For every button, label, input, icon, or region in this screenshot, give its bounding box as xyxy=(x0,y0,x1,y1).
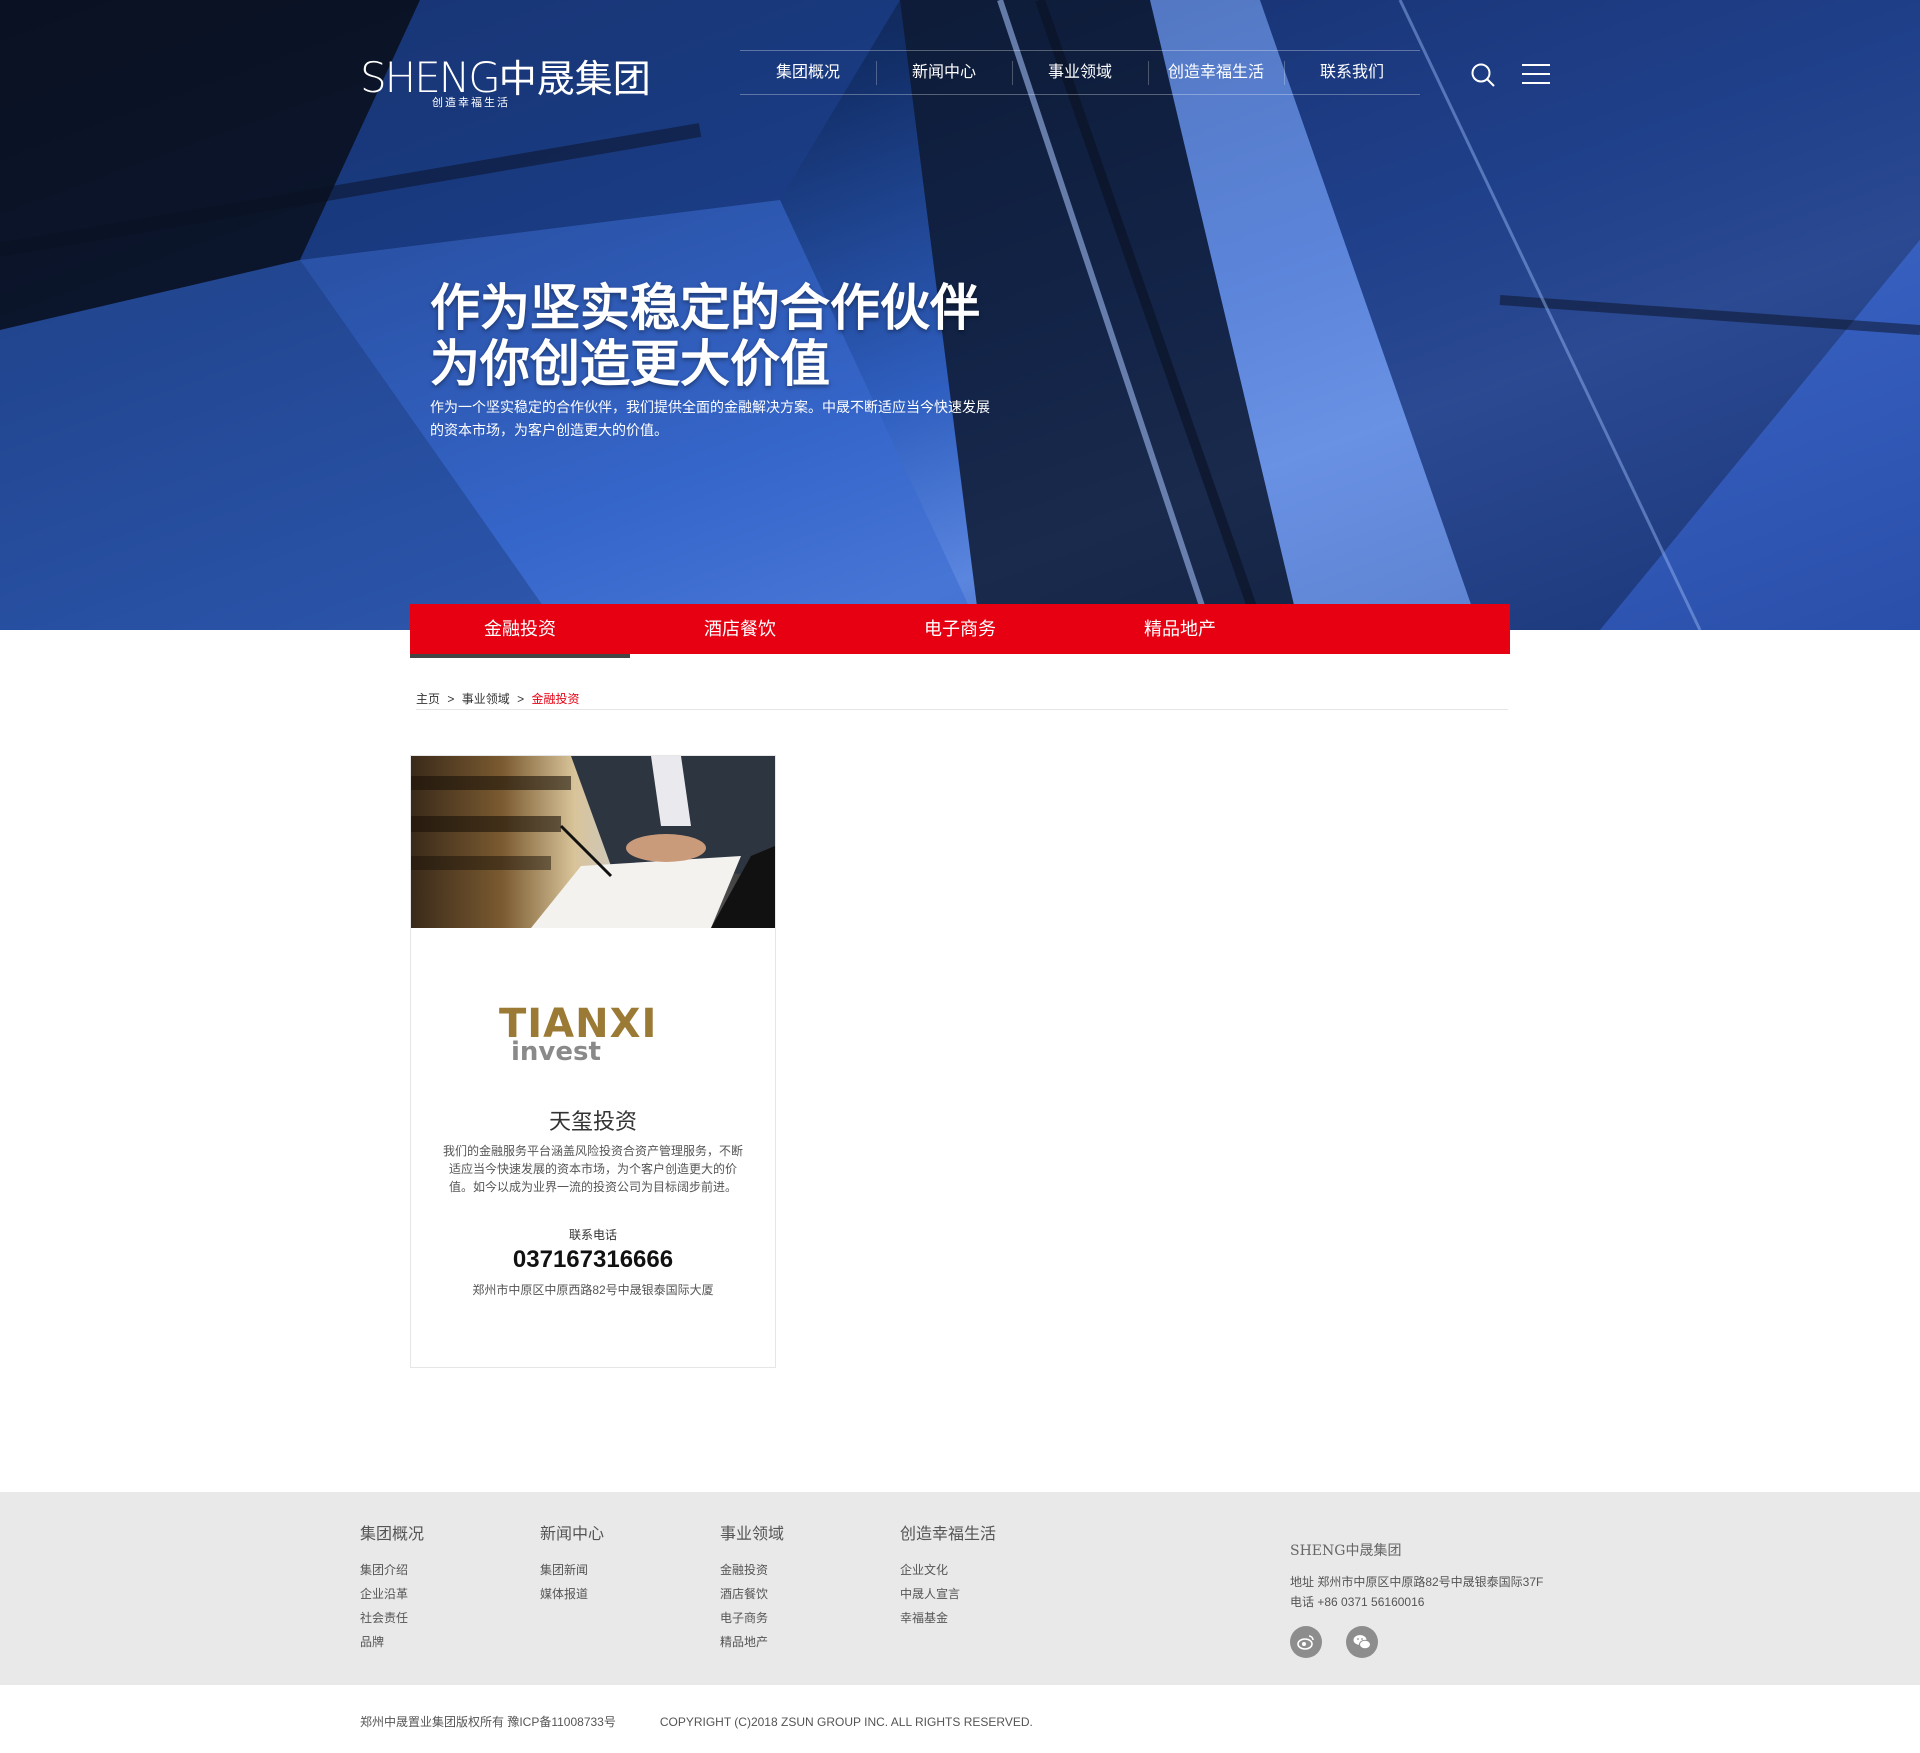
menu-icon[interactable] xyxy=(1522,64,1550,86)
tab-hotel-dining[interactable]: 酒店餐饮 xyxy=(630,604,850,654)
footer-link[interactable]: 精品地产 xyxy=(720,1630,784,1654)
nav-item-business[interactable]: 事业领域 xyxy=(1012,51,1148,94)
footer-link[interactable]: 金融投资 xyxy=(720,1558,784,1582)
footer-column-about: 集团概况 集团介绍 企业沿革 社会责任 品牌 xyxy=(360,1520,424,1654)
footer-contact-info: SHENG中晟集团 地址 郑州市中原区中原路82号中晟银泰国际37F 电话 +8… xyxy=(1290,1540,1543,1612)
card-photo xyxy=(411,756,775,928)
footer-link[interactable]: 集团介绍 xyxy=(360,1558,424,1582)
footer-link[interactable]: 媒体报道 xyxy=(540,1582,604,1606)
hero-banner: SHENG中晟集团 创造幸福生活 集团概况 新闻中心 事业领域 创造幸福生活 联… xyxy=(0,0,1920,630)
footer-link[interactable]: 集团新闻 xyxy=(540,1558,604,1582)
copyright-cn[interactable]: 郑州中晟置业集团版权所有 豫ICP备11008733号 xyxy=(360,1715,616,1729)
logo-chinese: 中晟集团 xyxy=(498,57,651,101)
copyright-en: COPYRIGHT (C)2018 ZSUN GROUP INC. ALL RI… xyxy=(659,1715,1033,1729)
hero-title-line2: 为你创造更大价值 xyxy=(430,336,830,392)
hero-title: 作为坚实稳定的合作伙伴 为你创造更大价值 xyxy=(430,280,1050,392)
breadcrumb-separator: > xyxy=(517,692,525,706)
phone-label: 联系电话 xyxy=(568,1228,617,1242)
breadcrumb-current: 金融投资 xyxy=(531,692,580,706)
footer-phone: 电话 +86 0371 56160016 xyxy=(1290,1595,1425,1609)
footer-link[interactable]: 社会责任 xyxy=(360,1606,424,1630)
footer-link[interactable]: 企业文化 xyxy=(900,1558,996,1582)
footer: 集团概况 集团介绍 企业沿革 社会责任 品牌 新闻中心 集团新闻 媒体报道 事业… xyxy=(0,1492,1920,1685)
footer-link[interactable]: 电子商务 xyxy=(720,1606,784,1630)
nav-item-contact[interactable]: 联系我们 xyxy=(1284,51,1420,94)
footer-logo: SHENG中晟集团 xyxy=(1290,1543,1402,1559)
site-logo[interactable]: SHENG中晟集团 创造幸福生活 xyxy=(360,48,651,109)
breadcrumb: 主页 > 事业领域 > 金融投资 xyxy=(416,690,1508,710)
company-card[interactable]: TIANXI invest 天玺投资 我们的金融服务平台涵盖风险投资合资产管理服… xyxy=(410,755,776,1368)
hero-description: 作为一个坚实稳定的合作伙伴，我们提供全面的金融解决方案。中晟不断适应当今快速发展… xyxy=(430,399,990,438)
copyright-bar: 郑州中晟置业集团版权所有 豫ICP备11008733号 COPYRIGHT (C)… xyxy=(360,1713,1033,1730)
company-address: 郑州市中原区中原西路82号中晟银泰国际大厦 xyxy=(472,1283,714,1297)
footer-column-happy-life: 创造幸福生活 企业文化 中晟人宣言 幸福基金 xyxy=(900,1520,996,1630)
main-nav: 集团概况 新闻中心 事业领域 创造幸福生活 联系我们 xyxy=(740,50,1420,95)
footer-column-news: 新闻中心 集团新闻 媒体报道 xyxy=(540,1520,604,1606)
phone-number: 037167316666 xyxy=(512,1246,674,1273)
company-description: 我们的金融服务平台涵盖风险投资合资产管理服务，不断适应当今快速发展的资本市场，为… xyxy=(442,1144,743,1194)
tianxi-invest-logo: TIANXI invest xyxy=(499,1001,658,1067)
footer-link[interactable]: 酒店餐饮 xyxy=(720,1582,784,1606)
breadcrumb-section[interactable]: 事业领域 xyxy=(462,692,510,706)
tab-finance-investment[interactable]: 金融投资 xyxy=(410,604,630,658)
nav-item-about[interactable]: 集团概况 xyxy=(740,51,876,94)
hero-title-line1: 作为坚实稳定的合作伙伴 xyxy=(430,280,980,336)
logo-slogan: 创造幸福生活 xyxy=(432,96,510,109)
footer-heading[interactable]: 事业领域 xyxy=(720,1520,784,1544)
footer-heading[interactable]: 新闻中心 xyxy=(540,1520,604,1544)
footer-link[interactable]: 企业沿革 xyxy=(360,1582,424,1606)
business-subnav: 金融投资 酒店餐饮 电子商务 精品地产 xyxy=(410,604,1510,658)
footer-column-business: 事业领域 金融投资 酒店餐饮 电子商务 精品地产 xyxy=(720,1520,784,1654)
footer-link[interactable]: 幸福基金 xyxy=(900,1606,996,1630)
footer-heading[interactable]: 创造幸福生活 xyxy=(900,1520,996,1544)
wechat-icon[interactable] xyxy=(1346,1626,1378,1658)
nav-item-news[interactable]: 新闻中心 xyxy=(876,51,1012,94)
footer-link[interactable]: 品牌 xyxy=(360,1630,424,1654)
breadcrumb-separator: > xyxy=(447,692,455,706)
footer-heading[interactable]: 集团概况 xyxy=(360,1520,424,1544)
company-name: 天玺投资 xyxy=(548,1109,637,1134)
tab-ecommerce[interactable]: 电子商务 xyxy=(850,604,1070,654)
footer-address: 地址 郑州市中原区中原路82号中晟银泰国际37F xyxy=(1290,1575,1544,1589)
nav-item-happy-life[interactable]: 创造幸福生活 xyxy=(1148,51,1284,94)
breadcrumb-home[interactable]: 主页 xyxy=(416,692,440,706)
search-icon[interactable] xyxy=(1470,62,1496,88)
weibo-icon[interactable] xyxy=(1290,1626,1322,1658)
tab-real-estate[interactable]: 精品地产 xyxy=(1070,604,1290,654)
footer-link[interactable]: 中晟人宣言 xyxy=(900,1582,996,1606)
